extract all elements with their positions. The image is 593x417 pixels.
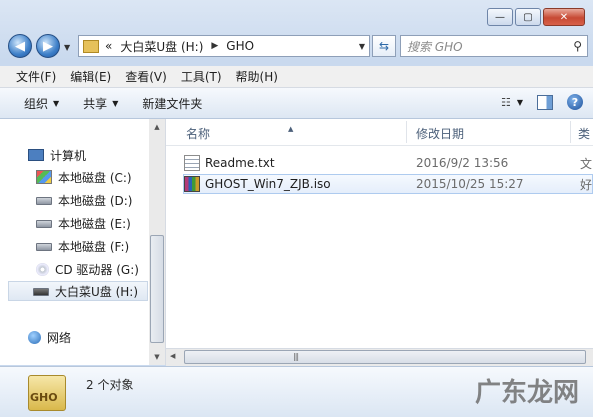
breadcrumb-folder[interactable]: GHO	[226, 39, 254, 53]
forward-button[interactable]: ▶	[36, 34, 60, 58]
scroll-up-icon[interactable]: ▲	[149, 119, 165, 135]
file-date: 2015/10/25 15:27	[416, 177, 524, 191]
nav-network-label: 网络	[47, 330, 72, 345]
nav-drive-c[interactable]: 本地磁盘 (C:)	[36, 167, 132, 187]
nav-network[interactable]: 网络	[28, 327, 71, 347]
chevron-down-icon: ▼	[112, 98, 119, 108]
menu-bar: 文件(F) 编辑(E) 查看(V) 工具(T) 帮助(H)	[0, 66, 593, 88]
nav-usb-drive-h[interactable]: 大白菜U盘 (H:)	[8, 281, 148, 301]
address-dropdown-icon[interactable]: ▼	[359, 42, 365, 51]
search-icon[interactable]: ⚲	[573, 39, 582, 53]
iso-archive-icon	[184, 176, 200, 192]
nav-scrollbar[interactable]: ▲ ▼	[149, 119, 165, 365]
drive-icon	[36, 239, 52, 253]
column-divider[interactable]	[570, 121, 571, 143]
column-name[interactable]: 名称	[186, 125, 210, 142]
hscroll-thumb[interactable]	[184, 350, 586, 364]
scroll-down-icon[interactable]: ▼	[149, 349, 165, 365]
nav-cd-drive-g-label: CD 驱动器 (G:)	[55, 262, 139, 277]
item-count: 2 个对象	[86, 378, 134, 392]
scroll-left-icon[interactable]: ◀	[170, 352, 175, 360]
column-divider[interactable]	[406, 121, 407, 143]
maximize-button[interactable]: ▢	[515, 8, 541, 26]
file-row-selected[interactable]: GHOST_Win7_ZJB.iso 2015/10/25 15:27 好	[183, 174, 593, 194]
organize-label: 组织	[24, 96, 49, 111]
sort-ascending-icon: ▲	[288, 125, 294, 133]
windows-drive-icon	[36, 170, 52, 184]
refresh-icon: ⇆	[378, 39, 390, 53]
watermark: 广东龙网	[474, 378, 579, 408]
column-date[interactable]: 修改日期	[416, 125, 464, 142]
file-date: 2016/9/2 13:56	[416, 156, 509, 170]
nav-drive-c-label: 本地磁盘 (C:)	[58, 170, 132, 185]
minimize-button[interactable]: —	[487, 8, 513, 26]
file-list-pane: ▲ 名称 修改日期 类 Readme.txt 2016/9/2 13:56 文 …	[166, 119, 593, 365]
search-placeholder: 搜索 GHO	[407, 39, 463, 54]
search-input[interactable]: 搜索 GHO ⚲	[400, 35, 588, 57]
nav-drive-d[interactable]: 本地磁盘 (D:)	[36, 190, 132, 210]
column-headers: ▲ 名称 修改日期 类	[166, 119, 593, 146]
nav-computer-label: 计算机	[50, 148, 87, 163]
close-button[interactable]: ✕	[543, 8, 585, 26]
menu-view[interactable]: 查看(V)	[125, 68, 167, 85]
nav-drive-e[interactable]: 本地磁盘 (E:)	[36, 213, 131, 233]
menu-help[interactable]: 帮助(H)	[236, 68, 278, 85]
column-type[interactable]: 类	[578, 125, 590, 142]
file-type: 文	[580, 156, 593, 171]
breadcrumb-drive[interactable]: 大白菜U盘 (H:)	[120, 38, 203, 55]
icon-label: GHO	[30, 391, 58, 404]
arrow-right-icon: ▶	[43, 38, 53, 54]
command-bar: 组织 ▼ 共享 ▼ 新建文件夹 ☷ ▼ ?	[0, 88, 593, 119]
nav-drive-f[interactable]: 本地磁盘 (F:)	[36, 236, 129, 256]
nav-cd-drive-g[interactable]: CD 驱动器 (G:)	[36, 259, 139, 279]
view-dropdown-icon[interactable]: ▼	[517, 98, 523, 107]
menu-file[interactable]: 文件(F)	[16, 68, 56, 85]
menu-edit[interactable]: 编辑(E)	[70, 68, 111, 85]
text-file-icon	[184, 155, 200, 171]
breadcrumb-separator-icon[interactable]: ▶	[211, 41, 218, 51]
address-bar[interactable]: « 大白菜U盘 (H:) ▶ GHO ▼	[78, 35, 370, 57]
nav-scroll-thumb[interactable]	[150, 235, 164, 343]
nav-usb-drive-h-label: 大白菜U盘 (H:)	[55, 284, 139, 299]
new-folder-label: 新建文件夹	[142, 96, 203, 111]
view-options-icon[interactable]: ☷	[501, 96, 511, 109]
file-type: 好	[580, 177, 593, 192]
scroll-grip-icon: |||	[293, 352, 299, 361]
recent-pages-dropdown-icon[interactable]: ▼	[64, 43, 70, 52]
cd-drive-icon	[36, 262, 49, 276]
file-row[interactable]: Readme.txt 2016/9/2 13:56 文	[184, 153, 593, 173]
file-name: GHOST_Win7_ZJB.iso	[205, 177, 331, 191]
arrow-left-icon: ◀	[15, 38, 25, 54]
preview-pane-icon[interactable]	[537, 94, 553, 110]
new-folder-button[interactable]: 新建文件夹	[142, 95, 202, 112]
computer-icon	[28, 149, 44, 161]
help-icon[interactable]: ?	[567, 94, 583, 110]
chevron-down-icon: ▼	[53, 98, 60, 108]
explorer-window: — ▢ ✕ ◀ ▶ ▼ « 大白菜U盘 (H:) ▶ GHO ▼ ⇆ 搜索 GH…	[0, 0, 593, 417]
organize-button[interactable]: 组织 ▼	[24, 95, 59, 112]
back-button[interactable]: ◀	[8, 34, 32, 58]
usb-drive-icon	[33, 284, 49, 298]
nav-computer[interactable]: 计算机	[28, 145, 86, 165]
network-icon	[28, 330, 41, 344]
refresh-button[interactable]: ⇆	[372, 35, 396, 57]
drive-icon	[36, 193, 52, 207]
nav-drive-d-label: 本地磁盘 (D:)	[58, 193, 133, 208]
caption-buttons: — ▢ ✕	[485, 8, 585, 26]
drive-icon	[36, 216, 52, 230]
folder-icon	[83, 39, 99, 53]
address-row: ◀ ▶ ▼ « 大白菜U盘 (H:) ▶ GHO ▼ ⇆ 搜索 GHO ⚲	[8, 34, 588, 60]
file-name: Readme.txt	[205, 156, 275, 170]
share-label: 共享	[83, 96, 108, 111]
folder-gho-icon: GHO	[26, 375, 68, 415]
breadcrumb-prefix[interactable]: «	[105, 39, 112, 53]
menu-tools[interactable]: 工具(T)	[181, 68, 222, 85]
toolbar-right: ☷ ▼ ?	[487, 94, 583, 110]
nav-drive-f-label: 本地磁盘 (F:)	[58, 239, 130, 254]
nav-drive-e-label: 本地磁盘 (E:)	[58, 216, 131, 231]
navigation-pane: 计算机 本地磁盘 (C:) 本地磁盘 (D:) 本地磁盘 (E:) 本地磁盘 (…	[0, 119, 166, 365]
file-list-hscrollbar[interactable]: ◀ |||	[166, 348, 593, 366]
share-button[interactable]: 共享 ▼	[83, 95, 118, 112]
